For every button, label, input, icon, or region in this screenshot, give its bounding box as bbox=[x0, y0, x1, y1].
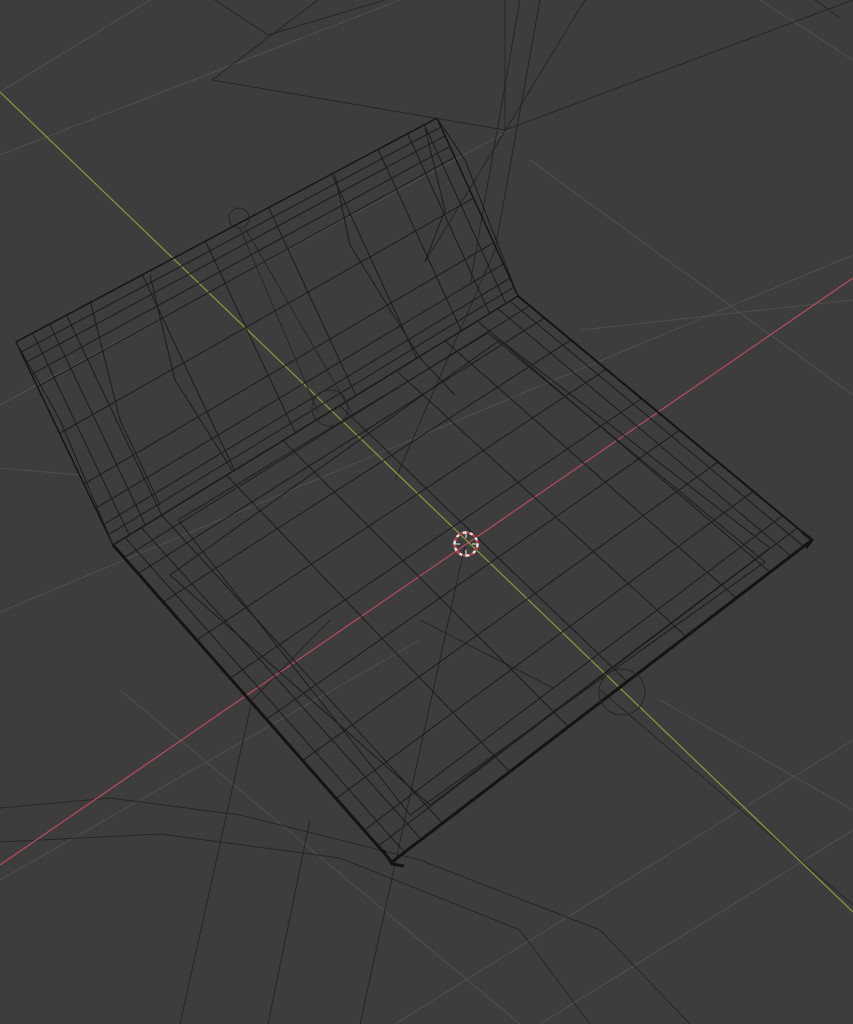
seat-edge bbox=[509, 300, 804, 547]
grid-line bbox=[579, 299, 853, 331]
backrest-edge bbox=[49, 323, 146, 526]
curve-line bbox=[0, 833, 591, 1024]
seat-edge bbox=[162, 339, 572, 603]
light-object-icon bbox=[228, 207, 250, 229]
seat-edge bbox=[161, 514, 443, 824]
grid-line bbox=[394, 739, 853, 1024]
grid-line bbox=[0, 467, 81, 476]
backrest-edge bbox=[107, 286, 515, 536]
seat-edge bbox=[226, 474, 510, 773]
seat-outline bbox=[111, 538, 813, 865]
guide-line bbox=[267, 819, 311, 1024]
backrest-edge bbox=[59, 197, 474, 434]
light-ray bbox=[244, 227, 353, 414]
camera-frustum-line bbox=[267, 0, 386, 36]
backrest-edge bbox=[37, 156, 456, 388]
curve-line bbox=[0, 797, 691, 1024]
seat-edge bbox=[396, 370, 687, 637]
grid-line bbox=[0, 0, 151, 93]
backrest-edge bbox=[103, 277, 511, 526]
seat-edge bbox=[335, 490, 754, 800]
backrest-edge bbox=[20, 126, 442, 353]
wireframe-mesh[interactable] bbox=[15, 117, 815, 868]
x-axis-line bbox=[0, 277, 853, 866]
seat-edge bbox=[363, 515, 783, 831]
backrest-edge bbox=[31, 146, 451, 375]
y-axis-line bbox=[0, 91, 853, 913]
backrest-edge bbox=[66, 314, 163, 516]
seat-edge bbox=[477, 320, 771, 573]
3d-viewport[interactable] bbox=[0, 0, 853, 1024]
viewport-canvas[interactable] bbox=[0, 0, 853, 1024]
fold-curve bbox=[149, 274, 233, 471]
seat-edge bbox=[123, 305, 531, 559]
backrest-edge bbox=[83, 242, 494, 485]
grid-line bbox=[529, 159, 853, 396]
camera-frustum-line bbox=[211, 0, 319, 81]
seat-edge bbox=[266, 429, 680, 720]
grid-line bbox=[0, 0, 401, 156]
guide-line bbox=[394, 0, 541, 481]
seat-edge bbox=[140, 527, 422, 840]
backrest-outline bbox=[15, 117, 519, 547]
guide-line bbox=[179, 619, 331, 1024]
backrest-edge bbox=[32, 332, 130, 536]
seat-rounded-corner bbox=[381, 849, 405, 868]
backrest-edge bbox=[25, 135, 446, 363]
seat-edge bbox=[137, 317, 545, 574]
camera-frustum-line bbox=[214, 0, 269, 36]
fold-curve bbox=[334, 174, 456, 396]
camera-frustum-line bbox=[814, 0, 841, 19]
guide-line bbox=[599, 689, 853, 906]
seat-edge bbox=[497, 308, 792, 557]
camera-frustum-line bbox=[211, 0, 853, 131]
light-ray bbox=[239, 227, 319, 413]
grid-line bbox=[119, 689, 521, 1024]
grid-line bbox=[539, 829, 853, 1024]
